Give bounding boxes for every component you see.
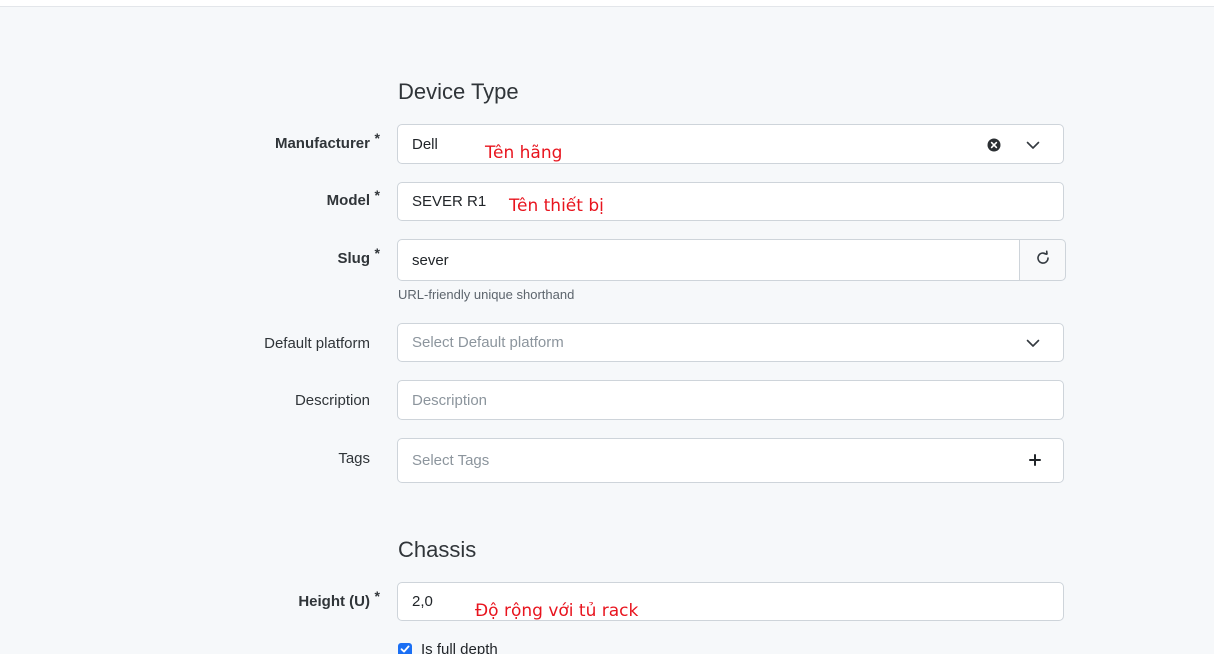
clear-circle-icon[interactable] — [985, 136, 1003, 154]
manufacturer-label-text: Manufacturer — [274, 135, 370, 152]
height-label: Height (U) * — [298, 588, 380, 610]
section-title-device-type: Device Type — [398, 79, 519, 104]
slug-input[interactable]: sever — [397, 239, 1020, 281]
device-type-form-page: Device Type Manufacturer * Dell Tên hãng … — [0, 0, 1214, 654]
manufacturer-label: Manufacturer * — [274, 130, 380, 152]
checkmark-icon — [400, 641, 410, 654]
full-depth-checkbox[interactable] — [398, 641, 412, 654]
chevron-down-icon[interactable] — [1024, 334, 1042, 352]
model-annotation: Tên thiết bị — [509, 196, 604, 216]
height-annotation: Độ rộng với tủ rack — [475, 601, 639, 621]
plus-icon[interactable] — [1027, 452, 1043, 468]
height-label-text: Height (U) — [298, 593, 370, 610]
default-platform-label: Default platform — [264, 335, 370, 352]
height-value: 2,0 — [412, 593, 433, 610]
required-marker: * — [374, 588, 380, 604]
description-label: Description — [294, 392, 370, 409]
description-input[interactable]: Description — [397, 380, 1064, 420]
model-label-text: Model — [326, 192, 370, 209]
model-label: Model * — [326, 187, 380, 209]
slug-label-text: Slug — [337, 250, 371, 267]
top-header-strip — [0, 0, 1214, 7]
default-platform-select[interactable]: Select Default platform — [397, 323, 1064, 362]
slug-label: Slug * — [337, 245, 381, 267]
manufacturer-value: Dell — [412, 135, 438, 153]
required-marker: * — [374, 245, 380, 261]
model-input[interactable]: SEVER R1 — [397, 182, 1064, 221]
slug-help-text: URL-friendly unique shorthand — [398, 287, 575, 302]
description-placeholder: Description — [412, 391, 488, 409]
slug-value: sever — [412, 251, 449, 269]
slug-input-group: sever — [397, 239, 1066, 281]
section-title-chassis: Chassis — [398, 537, 477, 562]
refresh-icon — [1035, 250, 1051, 271]
required-marker: * — [374, 130, 380, 146]
regenerate-slug-button[interactable] — [1020, 239, 1066, 281]
tags-placeholder: Select Tags — [412, 452, 490, 469]
manufacturer-annotation: Tên hãng — [485, 143, 563, 163]
tags-label: Tags — [338, 450, 370, 467]
tags-select[interactable]: Select Tags — [397, 438, 1064, 483]
full-depth-label: Is full depth — [421, 641, 498, 654]
full-depth-checkbox-row[interactable]: Is full depth — [398, 641, 498, 654]
required-marker: * — [374, 187, 380, 203]
default-platform-placeholder: Select Default platform — [412, 334, 564, 351]
chevron-down-icon[interactable] — [1024, 136, 1042, 154]
model-value: SEVER R1 — [412, 193, 487, 210]
